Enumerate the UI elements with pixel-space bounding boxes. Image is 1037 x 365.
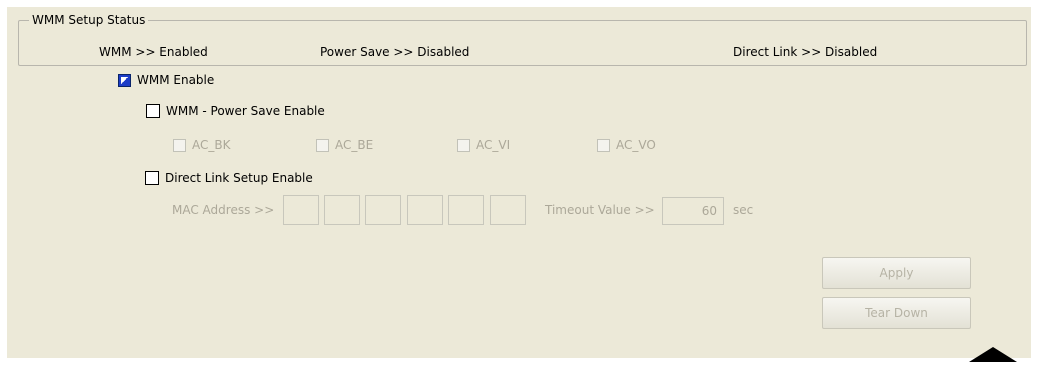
direct-link-status-text: Direct Link >> Disabled — [733, 45, 878, 59]
ac-vo-label: AC_VO — [616, 138, 656, 152]
mac-address-octet-2[interactable] — [324, 195, 360, 225]
timeout-unit-label: sec — [733, 203, 754, 217]
timeout-value-input[interactable]: 60 — [662, 197, 724, 225]
wmm-setup-status-title: WMM Setup Status — [29, 13, 149, 27]
ac-vi-checkbox[interactable] — [457, 138, 470, 152]
ac-vo-checkbox[interactable] — [597, 138, 610, 152]
arrow-up-icon — [969, 347, 1017, 362]
direct-link-enable-checkbox-row[interactable]: Direct Link Setup Enable — [145, 171, 313, 185]
mac-address-octet-4[interactable] — [407, 195, 443, 225]
ac-bk-label: AC_BK — [192, 138, 231, 152]
ac-vi-checkbox-row[interactable]: AC_VI — [457, 138, 510, 152]
wmm-enable-label: WMM Enable — [137, 73, 215, 87]
apply-button[interactable]: Apply — [822, 257, 971, 289]
mac-address-octet-6[interactable] — [490, 195, 526, 225]
ac-be-checkbox-row[interactable]: AC_BE — [316, 138, 373, 152]
ac-bk-checkbox[interactable] — [173, 138, 186, 152]
power-save-enable-checkbox[interactable] — [146, 104, 160, 118]
tear-down-button[interactable]: Tear Down — [822, 297, 971, 329]
power-save-enable-label: WMM - Power Save Enable — [166, 104, 325, 118]
ac-bk-checkbox-row[interactable]: AC_BK — [173, 138, 230, 152]
wmm-setup-panel: WMM Setup Status WMM >> Enabled Power Sa… — [7, 7, 1031, 358]
ac-be-checkbox[interactable] — [316, 138, 329, 152]
timeout-value-label: Timeout Value >> — [545, 203, 655, 217]
ac-be-label: AC_BE — [335, 138, 374, 152]
wmm-enable-checkbox-row[interactable]: WMM Enable — [118, 73, 214, 87]
mac-address-label: MAC Address >> — [172, 203, 275, 217]
power-save-enable-checkbox-row[interactable]: WMM - Power Save Enable — [146, 104, 325, 118]
direct-link-enable-label: Direct Link Setup Enable — [165, 171, 313, 185]
ac-vo-checkbox-row[interactable]: AC_VO — [597, 138, 656, 152]
direct-link-enable-checkbox[interactable] — [145, 171, 159, 185]
wmm-setup-status-group — [18, 20, 1027, 66]
power-save-status-text: Power Save >> Disabled — [320, 45, 470, 59]
wmm-status-text: WMM >> Enabled — [99, 45, 208, 59]
ac-vi-label: AC_VI — [476, 138, 511, 152]
wmm-enable-checkbox[interactable] — [118, 73, 131, 87]
mac-address-octet-3[interactable] — [365, 195, 401, 225]
mac-address-octet-1[interactable] — [283, 195, 319, 225]
mac-address-octet-5[interactable] — [448, 195, 484, 225]
